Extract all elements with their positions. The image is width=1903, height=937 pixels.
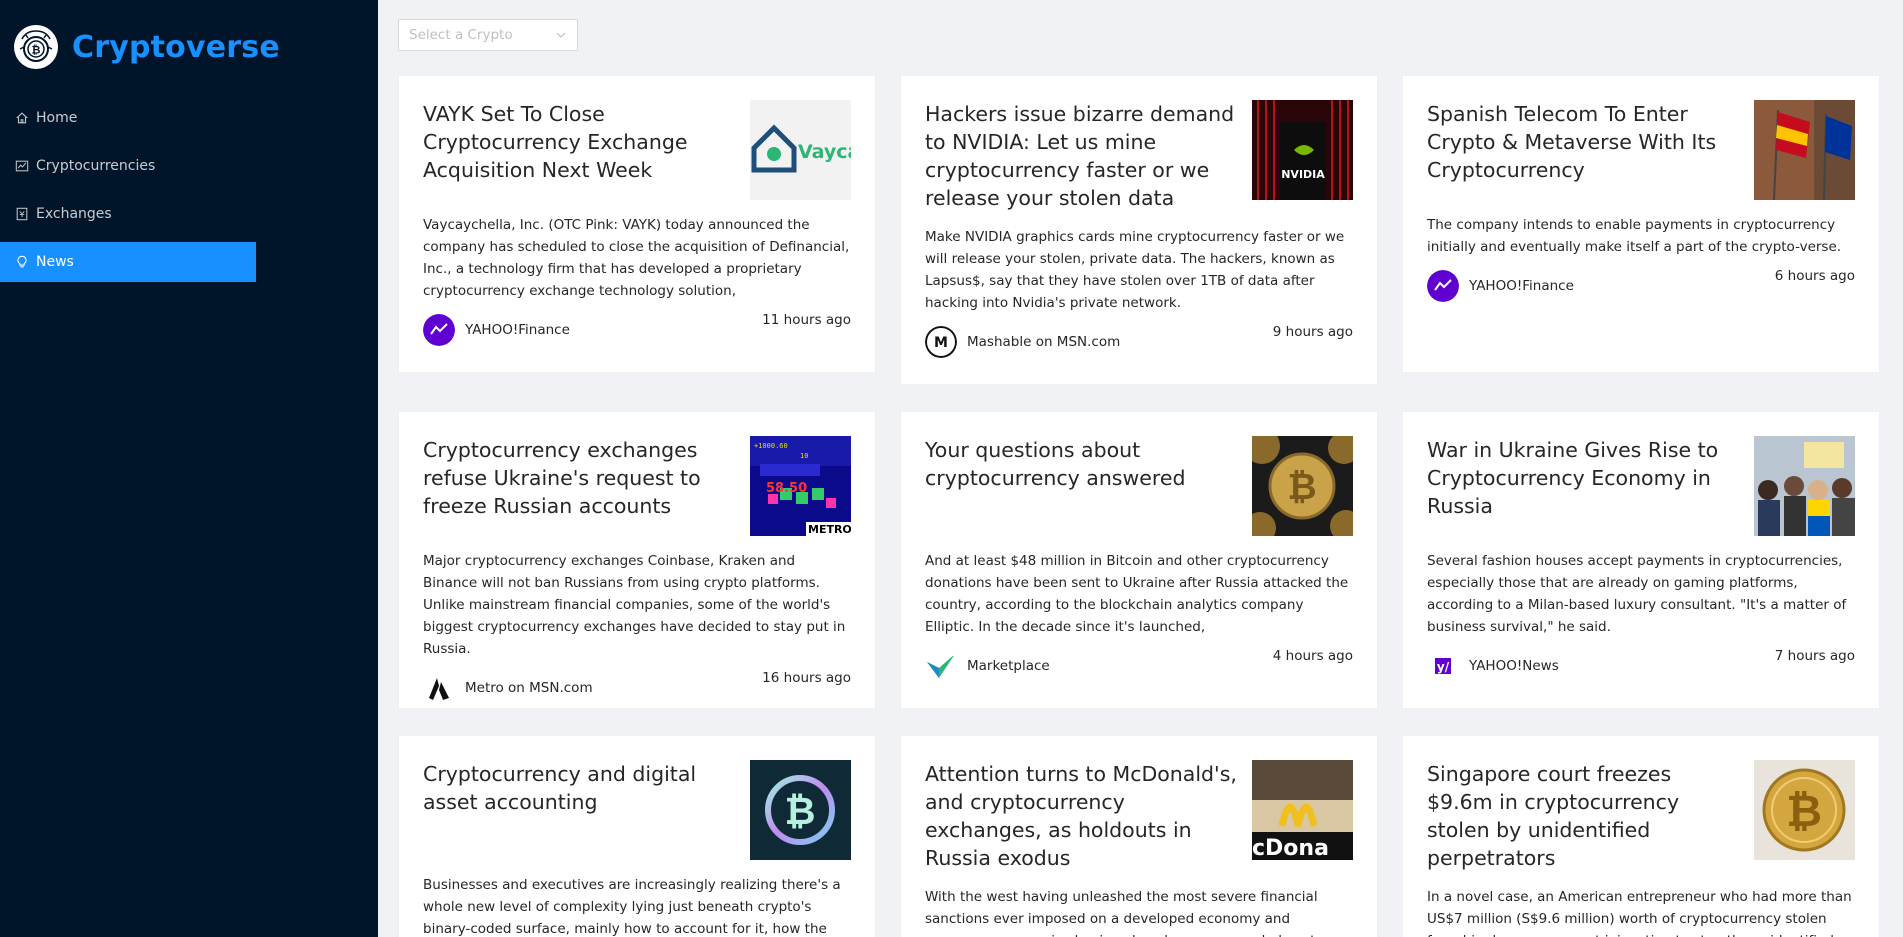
news-card[interactable]: Your questions about cryptocurrency answ… [900,411,1378,709]
news-card[interactable]: Hackers issue bizarre demand to NVIDIA: … [900,75,1378,385]
thumb-text: METRO.c [808,523,851,536]
svg-text:₿: ₿ [785,789,816,833]
news-image: +1000.60 10 58.50 METRO.c [750,436,851,536]
app-title[interactable]: Cryptoverse [72,30,280,65]
news-title[interactable]: Hackers issue bizarre demand to NVIDIA: … [925,100,1240,212]
news-card[interactable]: Attention turns to McDonald's, and crypt… [900,735,1378,937]
news-title[interactable]: Cryptocurrency and digital asset account… [423,760,738,860]
provider-name: YAHOO!News [1469,658,1559,674]
provider-name: YAHOO!Finance [465,322,570,338]
news-provider: YAHOO!Finance [1427,270,1574,302]
sidebar-item-exchanges[interactable]: Exchanges [0,194,256,234]
news-title[interactable]: VAYK Set To Close Cryptocurrency Exchang… [423,100,738,200]
scrollbar[interactable] [1896,0,1903,937]
select-placeholder: Select a Crypto [409,27,513,43]
provider-name: Mashable on MSN.com [967,334,1121,350]
svg-text:₿: ₿ [32,44,41,57]
logo-row: ₿ Cryptoverse [14,22,280,72]
svg-text:M: M [934,335,948,351]
news-card[interactable]: Singapore court freezes $9.6m in cryptoc… [1402,735,1880,937]
news-provider: Marketplace [925,650,1050,682]
news-title[interactable]: Spanish Telecom To Enter Crypto & Metave… [1427,100,1742,200]
sidebar-item-home[interactable]: Home [0,98,256,138]
news-time: 16 hours ago [762,670,851,686]
news-description: The company intends to enable payments i… [1427,217,1842,255]
news-card[interactable]: Cryptocurrency exchanges refuse Ukraine'… [398,411,876,709]
home-icon [14,110,30,126]
news-title[interactable]: War in Ukraine Gives Rise to Cryptocurre… [1427,436,1742,536]
news-image: NVIDIA [1252,100,1353,200]
svg-text:₿: ₿ [1786,786,1822,837]
svg-text:10: 10 [800,452,808,460]
sidebar-item-label: Exchanges [36,206,112,222]
news-description: Businesses and executives are increasing… [423,877,841,937]
svg-text:58.50: 58.50 [766,481,807,496]
news-card[interactable]: Cryptocurrency and digital asset account… [398,735,876,937]
news-description: With the west having unleashed the most … [925,889,1324,937]
news-description: Major cryptocurrency exchanges Coinbase,… [423,553,846,657]
sidebar: ₿ Cryptoverse Home Cryptocurrencies Exch… [0,0,378,937]
provider-avatar: y/ [1427,650,1459,682]
provider-name: Metro on MSN.com [465,680,593,696]
news-description: Vaycaychella, Inc. (OTC Pink: VAYK) toda… [423,217,850,299]
provider-avatar [925,650,957,682]
news-description: And at least $48 million in Bitcoin and … [925,553,1349,635]
news-image: ₿ [1754,760,1855,860]
svg-text:+1000.60: +1000.60 [754,442,788,450]
news-card[interactable]: Spanish Telecom To Enter Crypto & Metave… [1402,75,1880,373]
news-provider: YAHOO!Finance [423,314,570,346]
thumb-text: NVIDIA [1281,168,1325,181]
crypto-select[interactable]: Select a Crypto [398,19,578,51]
sidebar-item-news[interactable]: News [0,242,256,282]
news-image [1754,436,1855,536]
news-time: 11 hours ago [762,312,851,328]
provider-avatar [1427,270,1459,302]
news-content: Select a Crypto VAYK Set To Close Crypto… [378,0,1903,937]
logo-icon: ₿ [14,25,58,69]
news-title[interactable]: Singapore court freezes $9.6m in cryptoc… [1427,760,1742,872]
news-image [1754,100,1855,200]
news-card[interactable]: VAYK Set To Close Cryptocurrency Exchang… [398,75,876,373]
sidebar-menu: Home Cryptocurrencies Exchanges News [0,98,256,290]
sidebar-item-label: Home [36,110,78,126]
news-title[interactable]: Your questions about cryptocurrency answ… [925,436,1240,536]
news-title[interactable]: Attention turns to McDonald's, and crypt… [925,760,1240,872]
provider-name: YAHOO!Finance [1469,278,1574,294]
news-title[interactable]: Cryptocurrency exchanges refuse Ukraine'… [423,436,738,536]
news-image: cDona [1252,760,1353,860]
money-collect-icon [14,206,30,222]
news-time: 4 hours ago [1272,648,1353,664]
bulb-icon [14,254,30,270]
news-image: Vayca [750,100,851,200]
news-provider: M Mashable on MSN.com [925,326,1120,358]
fund-icon [14,158,30,174]
news-description: Several fashion houses accept payments i… [1427,553,1847,635]
news-image: ₿ [750,760,851,860]
news-description: Make NVIDIA graphics cards mine cryptocu… [925,229,1345,311]
svg-text:y/: y/ [1437,660,1450,674]
news-time: 9 hours ago [1272,324,1353,340]
provider-avatar [423,314,455,346]
provider-name: Marketplace [967,658,1050,674]
sidebar-item-label: News [36,254,74,270]
provider-avatar [423,672,455,704]
news-description: In a novel case, an American entrepreneu… [1427,889,1852,937]
thumb-text: cDona [1252,836,1329,860]
news-time: 7 hours ago [1774,648,1855,664]
thumb-text: Vayca [798,141,851,163]
news-provider: y/ YAHOO!News [1427,650,1559,682]
news-image: ₿ [1252,436,1353,536]
provider-avatar: M [925,326,957,358]
news-provider: Metro on MSN.com [423,672,593,704]
news-time: 6 hours ago [1774,268,1855,284]
sidebar-item-label: Cryptocurrencies [36,158,156,174]
sidebar-item-cryptocurrencies[interactable]: Cryptocurrencies [0,146,256,186]
news-card[interactable]: War in Ukraine Gives Rise to Cryptocurre… [1402,411,1880,709]
svg-text:₿: ₿ [1287,467,1316,508]
chevron-down-icon [556,32,566,38]
